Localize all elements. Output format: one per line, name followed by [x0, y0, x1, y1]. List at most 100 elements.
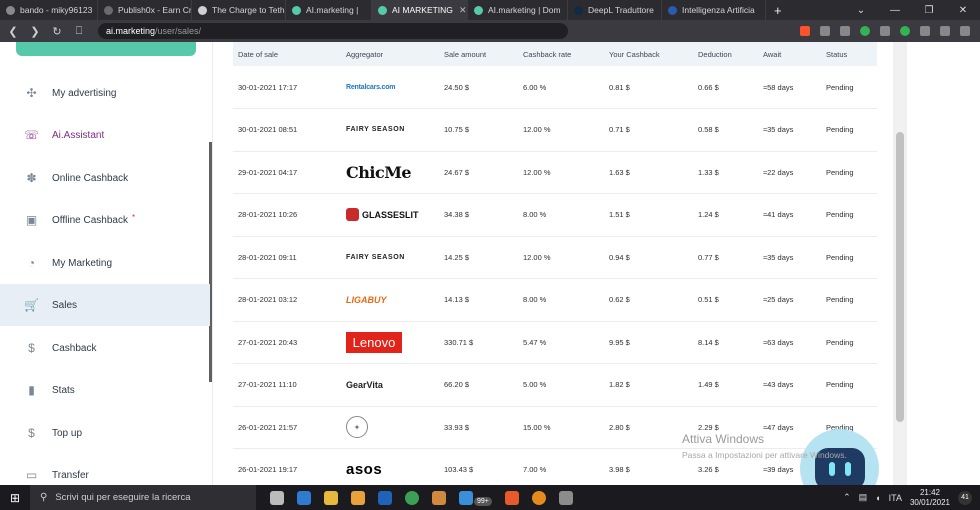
edge-icon[interactable]: [297, 490, 311, 505]
taskbar-apps: 99+: [270, 489, 573, 506]
tab-label: AI.marketing |: [306, 5, 359, 15]
sidebar-item-offline-cashback[interactable]: ▣ Offline Cashback *: [0, 199, 210, 241]
browser-tab[interactable]: DeepL Traduttore: [568, 0, 662, 20]
coinbase-icon[interactable]: [531, 490, 546, 505]
bookmark-icon[interactable]: ⎕: [70, 25, 88, 38]
cell-date: 28-01-2021 10:26: [238, 210, 298, 219]
cell-cashback: 2.80 $: [609, 422, 630, 432]
aggregator-logo[interactable]: FAIRY SEASON: [346, 236, 405, 278]
browser-tab[interactable]: Intelligenza Artificia: [662, 0, 766, 20]
store-icon[interactable]: [351, 490, 365, 505]
tab-favicon-icon: [292, 5, 301, 15]
task-view-icon[interactable]: [270, 490, 284, 505]
restore-icon[interactable]: ❐: [912, 5, 946, 16]
mail-icon[interactable]: [459, 490, 473, 505]
notification-center-icon[interactable]: 41: [958, 490, 972, 505]
cell-deduction: 0.51 $: [698, 295, 719, 304]
aggregator-logo[interactable]: Lenovo: [346, 321, 402, 363]
settings-icon[interactable]: [558, 490, 573, 505]
sidebar-item-online-cashback[interactable]: ✽ Online Cashback: [0, 157, 210, 199]
sidebar-profile-banner[interactable]: [16, 42, 196, 56]
cell-amount: 14.13 $: [444, 295, 470, 304]
browser-tab[interactable]: Publish0x - Earn Cry: [98, 0, 192, 20]
brave-shield-icon[interactable]: [800, 26, 810, 36]
aggregator-logo[interactable]: ✦: [346, 406, 368, 448]
sidebar-item-my-advertising[interactable]: ✣ My advertising: [0, 72, 210, 114]
sidebar-item-label: Transfer: [52, 469, 89, 481]
rewards-icon[interactable]: [820, 26, 830, 36]
browser-tab[interactable]: AI MARKETING ✕: [372, 0, 468, 20]
cell-amount: 33.93 $: [444, 422, 470, 432]
sidebar-item-ai-assistant[interactable]: ☏ Ai.Assistant: [0, 114, 210, 156]
chrome-icon[interactable]: [405, 490, 419, 505]
sidebar-item-sales[interactable]: 🛒 Sales: [0, 284, 210, 326]
firefox-icon[interactable]: [432, 490, 446, 505]
tab-close-icon[interactable]: ✕: [459, 5, 467, 16]
reload-icon[interactable]: ↻: [48, 25, 66, 38]
taskbar-clock[interactable]: 21:42 30/01/2021: [910, 488, 950, 508]
address-bar: ❮ ❯ ↻ ⎕ ai.marketing/user/sales/: [0, 20, 980, 42]
lenovo-logo: Lenovo: [346, 331, 402, 353]
wallet-icon[interactable]: [900, 26, 910, 36]
taskbar-search[interactable]: ⚲ Scrivi qui per eseguire la ricerca: [30, 485, 256, 510]
browser-tab[interactable]: The Charge to Teth: [192, 0, 286, 20]
windows-activation-subtitle: Passa a Impostazioni per attivare Window…: [682, 450, 847, 460]
facebook-icon[interactable]: [378, 490, 392, 505]
column-header: Status: [826, 49, 848, 59]
shield-icon[interactable]: [880, 26, 890, 36]
page-scrollbar-thumb[interactable]: [896, 132, 904, 422]
cell-date: 26-01-2021 21:57: [238, 422, 298, 432]
browser-tab[interactable]: AI.marketing |: [286, 0, 372, 20]
sales-table-header: Date of sale Aggregator Sale amount Cashbac…: [233, 42, 877, 66]
puzzle-icon[interactable]: [920, 26, 930, 36]
aggregator-logo[interactable]: GLASSESLIT: [346, 194, 419, 236]
tab-search-icon[interactable]: ⌄: [844, 5, 878, 16]
cell-amount: 330.71 $: [444, 337, 474, 347]
new-tab-button[interactable]: +: [766, 3, 790, 18]
tray-language[interactable]: ITA: [889, 493, 902, 503]
tray-network-icon[interactable]: ▤: [859, 492, 868, 503]
taskbar-search-placeholder: Scrivi qui per eseguire la ricerca: [55, 492, 191, 503]
sidebar-item-cashback[interactable]: $ Cashback: [0, 327, 210, 369]
cell-status: Pending: [826, 337, 854, 347]
clock-date: 30/01/2021: [909, 497, 950, 507]
sidebar-item-my-marketing[interactable]: ◔ My Marketing: [0, 242, 210, 284]
aggregator-logo[interactable]: ChicMe: [346, 151, 412, 193]
sidebar-item-top-up[interactable]: $ Top up: [0, 412, 210, 454]
sidebar-item-stats[interactable]: ▮ Stats: [0, 369, 210, 411]
file-explorer-icon[interactable]: [324, 490, 338, 505]
page-scrollbar[interactable]: [893, 42, 907, 485]
sidebar-icon: 🛒: [24, 298, 39, 312]
column-header: Deduction: [698, 49, 732, 59]
extension-icon[interactable]: [840, 26, 850, 36]
tray-volume-icon[interactable]: ◖: [875, 493, 880, 503]
cell-rate: 8.00 %: [523, 295, 547, 304]
chicme-logo: ChicMe: [346, 162, 412, 182]
windows-start-icon[interactable]: ⊞: [0, 491, 30, 505]
cell-status: Pending: [826, 82, 854, 92]
sidebar: ✣ My advertising ☏ Ai.Assistant ✽ Online Cash…: [0, 42, 213, 485]
minimize-icon[interactable]: —: [878, 5, 912, 16]
browser-tab[interactable]: bando - miky96123: [0, 0, 98, 20]
windows-activation-title: Attiva Windows: [682, 432, 765, 446]
browser-tab[interactable]: AI.marketing | Dom: [468, 0, 568, 20]
grammarly-icon[interactable]: [860, 26, 870, 36]
brave-icon[interactable]: [504, 490, 519, 505]
aggregator-logo[interactable]: Rentalcars.com: [346, 66, 396, 108]
aggregator-logo[interactable]: FAIRY SEASON: [346, 109, 405, 151]
url-input[interactable]: ai.marketing/user/sales/: [98, 23, 568, 39]
forward-icon[interactable]: ❯: [26, 25, 44, 38]
aggregator-logo[interactable]: GearVita: [346, 364, 383, 406]
fairy-season-logo: FAIRY SEASON: [346, 126, 405, 133]
close-window-icon[interactable]: ✕: [946, 5, 980, 16]
menu-icon[interactable]: [960, 26, 970, 36]
window-controls: ⌄ — ❐ ✕: [844, 5, 980, 16]
tray-chevron-icon[interactable]: ⌃: [843, 492, 851, 503]
profile-icon[interactable]: [940, 26, 950, 36]
table-row: 27-01-2021 20:43 Lenovo 330.71 $ 5.47 % 9.95…: [233, 321, 877, 364]
sidebar-icon: ▣: [25, 213, 38, 227]
cell-date: 28-01-2021 09:11: [238, 252, 297, 262]
cell-amount: 14.25 $: [444, 252, 470, 262]
back-icon[interactable]: ❮: [4, 25, 22, 38]
aggregator-logo[interactable]: LIGABUY: [346, 279, 387, 321]
